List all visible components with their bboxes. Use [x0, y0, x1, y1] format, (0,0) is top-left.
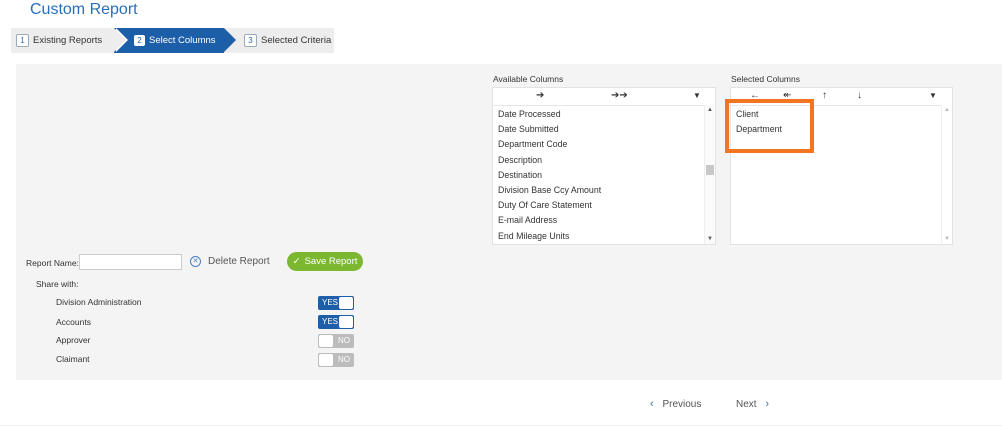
toggle-approver[interactable]: NO: [318, 334, 354, 348]
available-items: Date Processed Date Submitted Department…: [498, 107, 601, 244]
list-item[interactable]: Duty Of Care Statement: [498, 198, 601, 213]
next-label: Next: [736, 399, 757, 410]
list-item[interactable]: End Mileage Units: [498, 229, 601, 244]
delete-report-button[interactable]: ✕ Delete Report: [190, 256, 270, 267]
list-item[interactable]: E-mail Address: [498, 213, 601, 228]
step-number: 1: [16, 34, 29, 47]
step-selected-criteria[interactable]: 3 Selected Criteria: [224, 28, 334, 53]
scroll-up-icon[interactable]: ▲: [707, 107, 713, 113]
delete-circle-icon: ✕: [190, 256, 201, 267]
scroll-down-icon[interactable]: ▼: [707, 236, 713, 242]
save-report-label: Save Report: [304, 256, 358, 267]
previous-button[interactable]: ‹ Previous: [650, 398, 701, 410]
available-toolbar: ➔ ➔➔ ▼: [493, 88, 715, 106]
toggle-claimant[interactable]: NO: [318, 353, 354, 367]
wizard-steps: 1 Existing Reports 2 Select Columns 3 Se…: [11, 28, 334, 53]
list-item[interactable]: Date Processed: [498, 107, 601, 122]
available-scrollbar[interactable]: ▲ ▼: [704, 105, 715, 244]
list-item[interactable]: Department Code: [498, 137, 601, 152]
toggle-accounts[interactable]: YES: [318, 315, 354, 329]
toggle-knob: [319, 335, 333, 347]
toggle-knob: [339, 316, 353, 328]
save-report-button[interactable]: ✓ Save Report: [287, 252, 363, 271]
selected-columns-label: Selected Columns: [731, 74, 800, 84]
scroll-down-icon[interactable]: ▼: [944, 236, 950, 242]
report-name-input[interactable]: [79, 254, 182, 270]
list-item[interactable]: Division Base Ccy Amount: [498, 183, 601, 198]
filter-icon[interactable]: ▼: [693, 91, 701, 100]
share-item-approver: Approver: [56, 335, 91, 345]
available-columns-label: Available Columns: [493, 74, 564, 84]
filter-icon[interactable]: ▼: [929, 91, 937, 100]
chevron-left-icon: ‹: [650, 398, 654, 410]
add-arrow-icon[interactable]: ➔: [536, 90, 544, 101]
move-down-icon[interactable]: ↓: [857, 90, 862, 101]
delete-report-label: Delete Report: [208, 256, 270, 267]
available-columns-list[interactable]: ➔ ➔➔ ▼ Date Processed Date Submitted Dep…: [492, 87, 716, 245]
list-item[interactable]: Date Submitted: [498, 122, 601, 137]
step-label: Selected Criteria: [261, 35, 332, 46]
toggle-division-administration[interactable]: YES: [318, 296, 354, 310]
page-title: Custom Report: [30, 1, 138, 18]
toggle-knob: [319, 354, 333, 366]
step-number: 3: [244, 34, 257, 47]
highlight-box: [725, 99, 814, 153]
chevron-right-icon: ›: [765, 398, 770, 410]
step-label: Select Columns: [149, 35, 216, 46]
toggle-state: YES: [322, 317, 339, 326]
share-with-label: Share with:: [36, 279, 79, 289]
share-item-division-administration: Division Administration: [56, 297, 142, 307]
selected-scrollbar[interactable]: ▲ ▼: [941, 105, 952, 244]
next-button[interactable]: Next ›: [736, 398, 769, 410]
toggle-knob: [339, 297, 353, 309]
list-item[interactable]: Description: [498, 153, 601, 168]
scroll-up-icon[interactable]: ▲: [944, 107, 950, 113]
toggle-state: NO: [338, 336, 350, 345]
list-item[interactable]: Destination: [498, 168, 601, 183]
move-up-icon[interactable]: ↑: [822, 90, 827, 101]
toggle-state: NO: [338, 355, 350, 364]
check-icon: ✓: [292, 256, 301, 267]
add-all-arrow-icon[interactable]: ➔➔: [611, 90, 628, 101]
step-existing-reports[interactable]: 1 Existing Reports: [11, 28, 128, 53]
toggle-state: YES: [322, 298, 339, 307]
step-select-columns[interactable]: 2 Select Columns: [114, 28, 236, 53]
report-name-label: Report Name:: [26, 258, 79, 268]
share-item-claimant: Claimant: [56, 354, 90, 364]
previous-label: Previous: [662, 399, 702, 410]
scrollbar-thumb[interactable]: [706, 165, 714, 175]
step-label: Existing Reports: [33, 35, 103, 46]
step-number: 2: [134, 35, 145, 46]
share-item-accounts: Accounts: [56, 317, 91, 327]
